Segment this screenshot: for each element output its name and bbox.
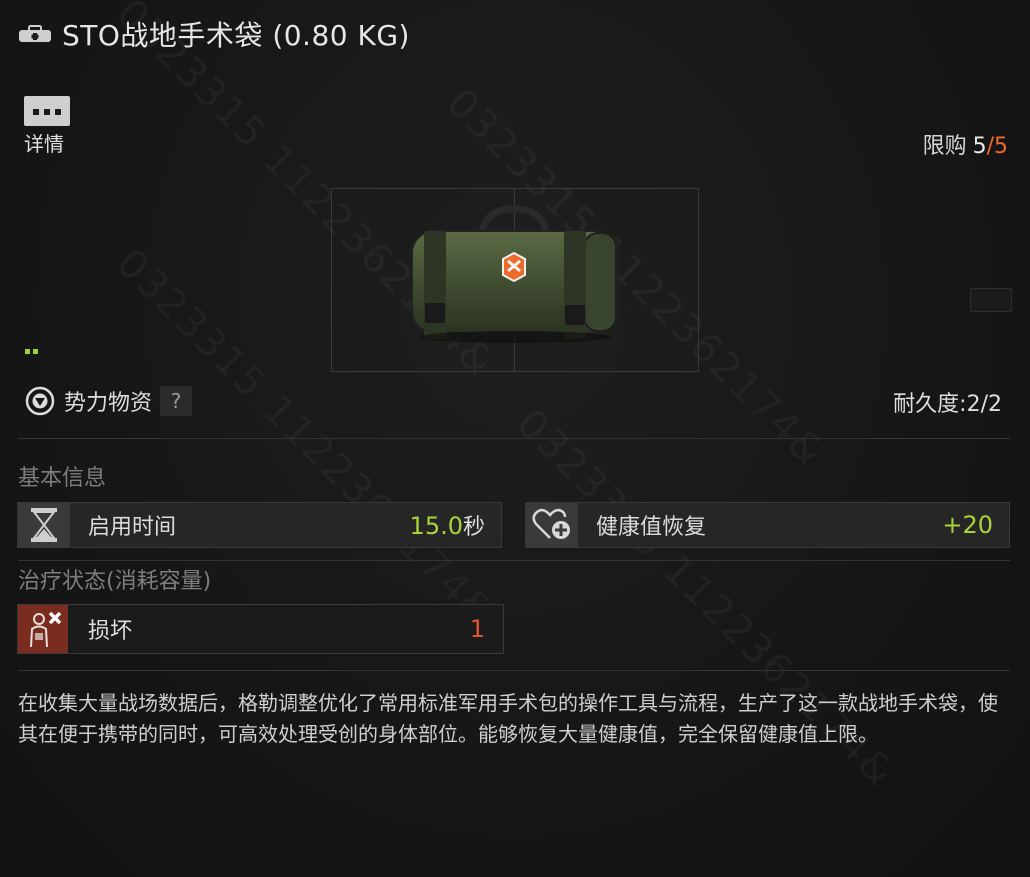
faction-emblem-icon (25, 386, 55, 416)
health-restore-value: +20 (942, 511, 993, 539)
faction-help-button[interactable]: ? (160, 386, 193, 416)
treatment-title: 治疗状态(消耗容量) (18, 569, 212, 594)
faction-label: 势力物资 (64, 391, 153, 416)
stat-health-restore: 健康值恢复 +20 (525, 502, 1010, 548)
damaged-body-icon (18, 605, 68, 653)
durability-label: 耐久度: (893, 392, 967, 417)
details-button[interactable]: 详情 (24, 96, 72, 160)
item-image-frame (331, 188, 699, 372)
heart-plus-icon (526, 503, 578, 547)
surgical-kit-icon (411, 205, 619, 343)
divider (18, 670, 1010, 671)
activation-time-label: 启用时间 (88, 515, 177, 540)
divider (18, 438, 1010, 439)
health-restore-label: 健康值恢复 (596, 515, 707, 540)
side-tab[interactable] (970, 288, 1012, 312)
purchase-limit-separator: / (986, 134, 994, 159)
purchase-limit-label: 限购 (922, 134, 967, 159)
more-dots-icon (24, 96, 70, 126)
rarity-indicator (25, 339, 41, 358)
damaged-value: 1 (469, 615, 485, 643)
divider (18, 560, 1010, 561)
faction-row: 势力物资 ? (24, 384, 193, 418)
item-title: STO战地手术袋 (0.80 KG) (62, 19, 410, 52)
stat-activation-time: 启用时间 15.0秒 (17, 502, 502, 548)
treatment-damaged: 损坏 1 (17, 604, 504, 654)
item-header: STO战地手术袋 (0.80 KG) (18, 14, 410, 54)
item-description: 在收集大量战场数据后，格勒调整优化了常用标准军用手术包的操作工具与流程，生产了这… (18, 691, 998, 746)
durability-value: 2/2 (966, 392, 1002, 417)
purchase-limit-current: 5 (972, 134, 987, 159)
medical-bag-icon (19, 25, 51, 42)
durability: 耐久度:2/2 (893, 386, 1002, 418)
damaged-label: 损坏 (88, 619, 133, 644)
activation-time-unit: 秒 (462, 515, 485, 540)
hourglass-icon (18, 503, 70, 547)
details-label: 详情 (24, 132, 64, 156)
purchase-limit-max: 5 (994, 134, 1008, 159)
purchase-limit: 限购 5/5 (923, 128, 1008, 160)
basic-info-title: 基本信息 (18, 466, 107, 491)
activation-time-value: 15.0秒 (409, 512, 485, 540)
